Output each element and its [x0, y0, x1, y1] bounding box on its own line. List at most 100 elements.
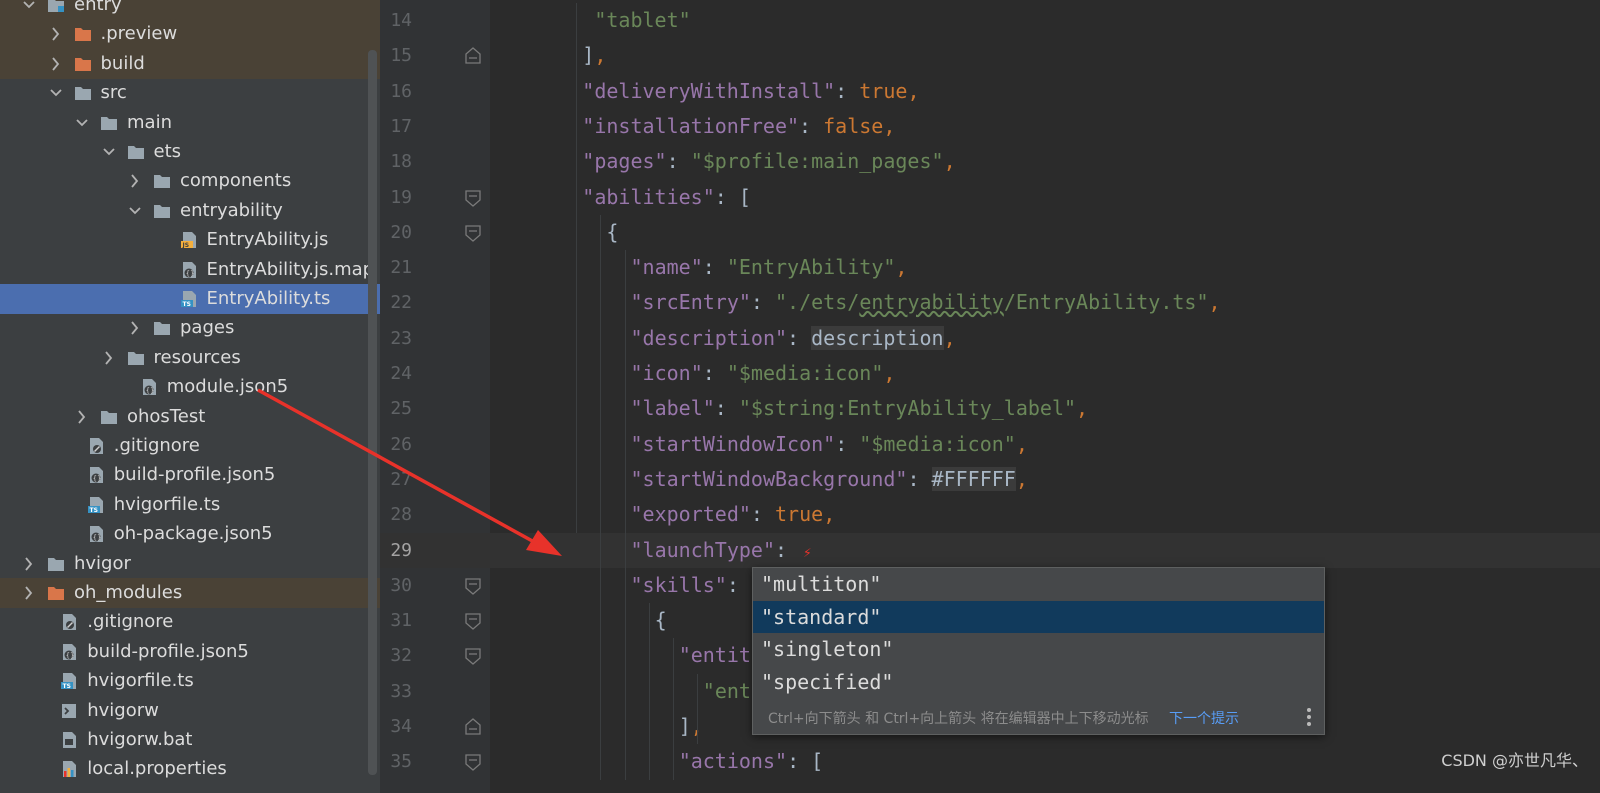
fold-start-icon[interactable]	[464, 647, 482, 666]
ts-file-icon: TS	[180, 291, 196, 308]
code-line[interactable]: 20 {	[380, 215, 1600, 250]
next-tip-link[interactable]: 下一个提示	[1169, 708, 1239, 728]
tree-item[interactable]: hvigorw	[0, 696, 380, 726]
tree-item[interactable]: TS EntryAbility.ts	[0, 284, 380, 314]
line-number: 19	[390, 186, 412, 208]
code-line[interactable]: 26 "startWindowIcon": "$media:icon",	[380, 427, 1600, 462]
tree-item[interactable]: src	[0, 78, 380, 108]
code-token: "$string:EntryAbility_label"	[738, 396, 1077, 421]
line-number: 18	[390, 151, 412, 173]
chevron-right-icon[interactable]	[48, 26, 64, 42]
tree-item[interactable]: build	[0, 48, 380, 79]
completion-item[interactable]: "singleton"	[753, 633, 1324, 665]
bat-file-icon	[63, 732, 77, 748]
fold-start-icon[interactable]	[464, 577, 482, 595]
chevron-right-icon[interactable]	[127, 173, 143, 189]
tree-item[interactable]: .preview	[0, 19, 380, 50]
code-line[interactable]: 29 "launchType": ⚡	[380, 532, 1600, 568]
code-token: :	[666, 149, 691, 174]
tree-item[interactable]: .gitignore	[0, 607, 380, 637]
tree-item[interactable]: .gitignore	[0, 431, 380, 461]
code-line[interactable]: 28 "exported": true,	[380, 497, 1600, 532]
code-line[interactable]: 15],	[380, 38, 1600, 73]
fold-start-icon[interactable]	[464, 224, 482, 242]
tree-item[interactable]: {} build-profile.json5	[0, 460, 380, 490]
tree-item[interactable]: TS hvigorfile.ts	[0, 666, 380, 696]
tree-item[interactable]: {} build-profile.json5	[0, 637, 380, 667]
completion-item[interactable]: "standard"	[753, 600, 1324, 633]
completion-item-label: "standard"	[761, 604, 882, 629]
tree-item[interactable]: entry	[0, 0, 380, 20]
tree-item[interactable]: {} module.json5	[0, 372, 380, 402]
tree-item-label: EntryAbility.ts	[206, 288, 331, 309]
json-file-icon: {}	[142, 379, 156, 396]
code-token: :	[750, 502, 776, 527]
code-line[interactable]: 35 "actions": [	[380, 744, 1600, 779]
folder-icon	[154, 322, 170, 336]
chevron-right-icon[interactable]	[101, 350, 117, 366]
tree-item[interactable]: TS hvigorfile.ts	[0, 490, 380, 520]
tree-item[interactable]: pages	[0, 313, 380, 343]
completion-item[interactable]: "specified"	[753, 666, 1324, 698]
code-line[interactable]: 19 "abilities": [	[380, 180, 1600, 215]
tree-item[interactable]: hvigorw.bat	[0, 725, 380, 755]
tree-item[interactable]: JS EntryAbility.js	[0, 225, 380, 255]
chevron-down-icon[interactable]	[74, 115, 90, 131]
code-token: "./ets/	[775, 290, 860, 315]
fold-start-icon[interactable]	[464, 189, 482, 207]
code-editor[interactable]: 14 "tablet" 15], 16 "deliveryWithInstall": t…	[380, 0, 1600, 793]
chevron-down-icon[interactable]	[48, 85, 64, 101]
error-bulb-icon[interactable]: ⚡	[803, 545, 811, 561]
fold-start-icon[interactable]	[464, 753, 482, 772]
code-line[interactable]: 25 "label": "$string:EntryAbility_label",	[380, 391, 1600, 426]
code-line[interactable]: 27 "startWindowBackground": #FFFFFF,	[380, 462, 1600, 497]
code-line[interactable]: 16 "deliveryWithInstall": true,	[380, 74, 1600, 109]
chevron-down-icon[interactable]	[127, 203, 143, 219]
code-token: ,	[895, 255, 908, 280]
code-token: ]	[678, 714, 691, 738]
fold-end-icon[interactable]	[464, 47, 482, 65]
tree-item-label: src	[100, 82, 127, 104]
completion-item[interactable]: "multiton"	[753, 568, 1324, 600]
code-line[interactable]: 22 "srcEntry": "./ets/entryability/EntryA…	[380, 285, 1600, 320]
tree-item[interactable]: entryability	[0, 196, 380, 226]
code-line[interactable]: 17 "installationFree": false,	[380, 109, 1600, 144]
indent-guide	[672, 638, 674, 780]
code-text: "exported": true,	[631, 502, 836, 526]
tree-item[interactable]: local.properties	[0, 754, 380, 784]
code-text: ],	[582, 43, 606, 67]
code-text: "label": "$string:EntryAbility_label",	[631, 396, 1089, 420]
code-token: "exported"	[630, 502, 751, 527]
chevron-right-icon[interactable]	[21, 585, 37, 601]
code-line[interactable]: 24 "icon": "$media:icon",	[380, 356, 1600, 391]
tree-item[interactable]: components	[0, 166, 380, 196]
tree-item[interactable]: main	[0, 108, 380, 138]
tree-item-label: build-profile.json5	[113, 464, 276, 486]
code-line[interactable]: 23 "description": description,	[380, 321, 1600, 356]
chevron-right-icon[interactable]	[48, 56, 64, 72]
chevron-right-icon[interactable]	[74, 409, 90, 425]
tree-item[interactable]: hvigor	[0, 549, 380, 579]
code-text: {	[655, 608, 667, 632]
tree-item[interactable]: oh_modules	[0, 578, 380, 608]
sidebar-scrollbar[interactable]	[368, 50, 377, 775]
chevron-down-icon[interactable]	[21, 0, 37, 13]
json-file-icon: {}	[63, 643, 77, 660]
code-line[interactable]: 14 "tablet"	[380, 3, 1600, 38]
tree-item[interactable]: ets	[0, 137, 380, 167]
code-line[interactable]: 18 "pages": "$profile:main_pages",	[380, 144, 1600, 179]
svg-text:TS: TS	[63, 683, 71, 690]
code-token: ,	[1015, 466, 1028, 491]
fold-end-icon[interactable]	[464, 718, 482, 736]
folder-icon	[74, 87, 91, 101]
chevron-right-icon[interactable]	[127, 320, 143, 336]
tree-item[interactable]: {} oh-package.json5	[0, 519, 380, 549]
more-options-icon[interactable]	[1303, 706, 1315, 728]
tree-item[interactable]: ohosTest	[0, 402, 380, 432]
tree-item[interactable]: resources	[0, 343, 380, 373]
chevron-down-icon[interactable]	[101, 144, 117, 160]
fold-start-icon[interactable]	[464, 612, 482, 630]
code-line[interactable]: 21 "name": "EntryAbility",	[380, 250, 1600, 285]
chevron-right-icon[interactable]	[21, 556, 37, 572]
tree-item[interactable]: {} EntryAbility.js.map	[0, 255, 380, 285]
